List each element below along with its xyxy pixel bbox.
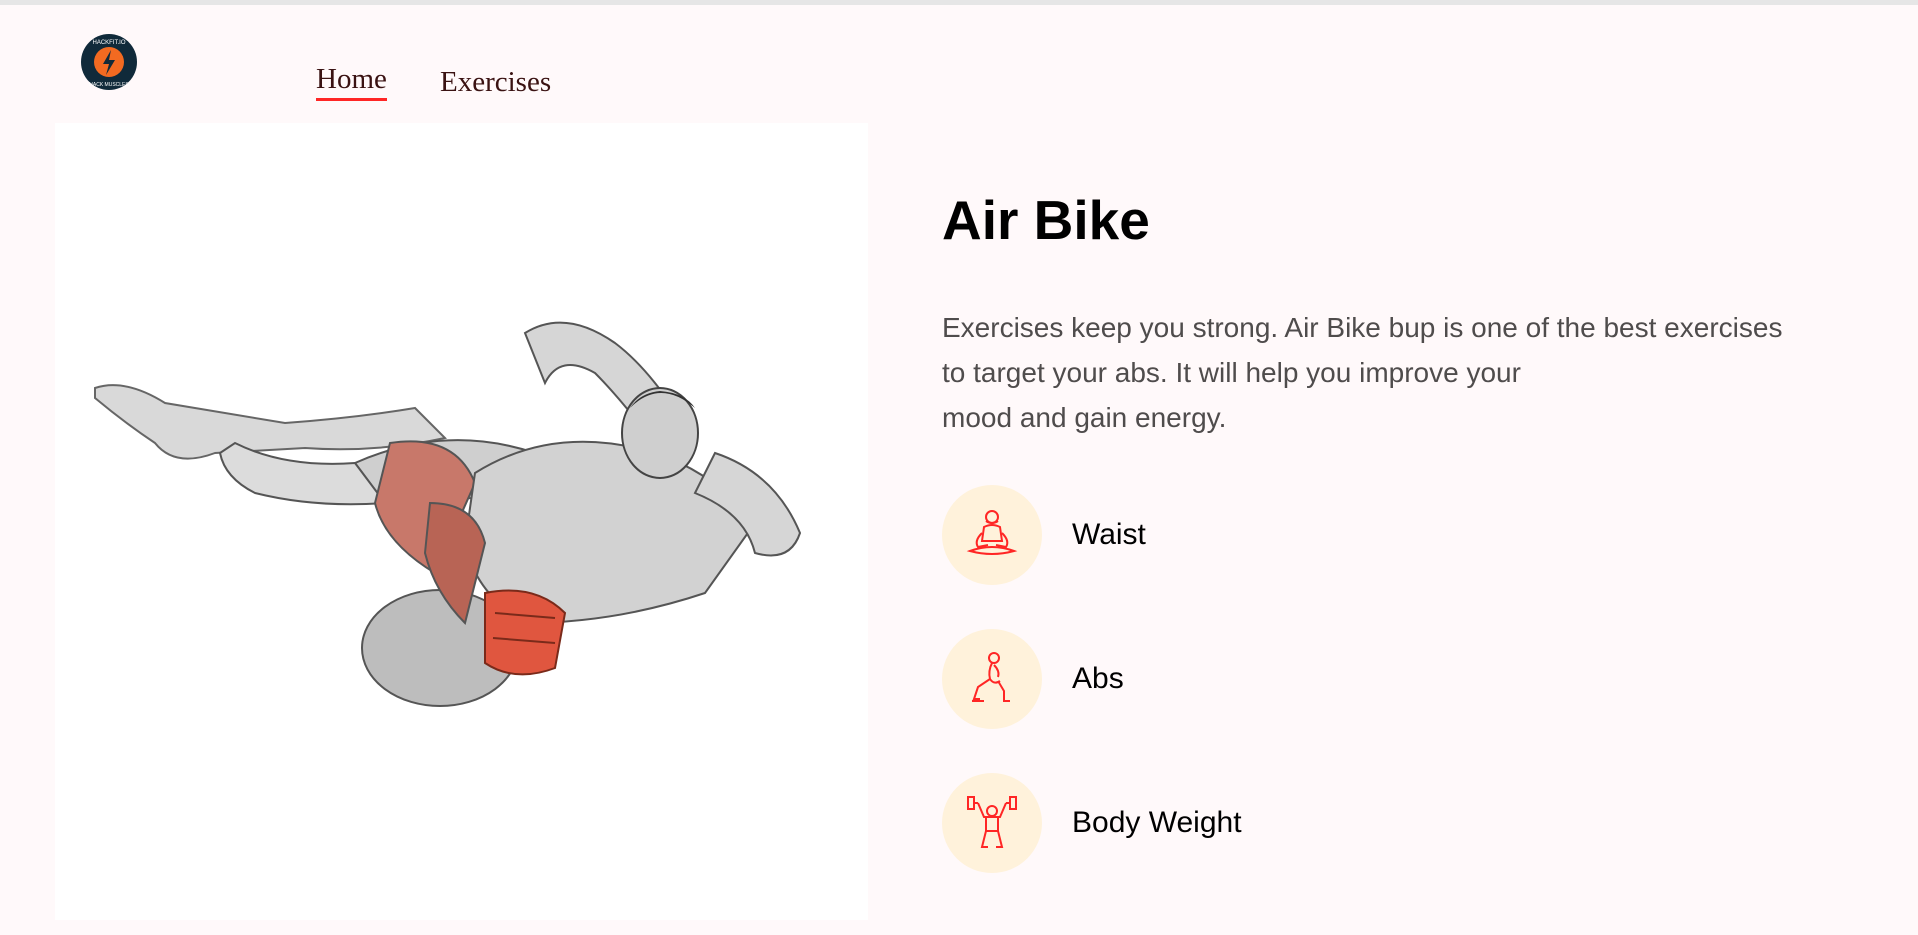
nav-exercises-link[interactable]: Exercises: [440, 66, 551, 99]
nav-home-link[interactable]: Home: [316, 63, 387, 101]
description-line: to target your abs. It will help you imp…: [942, 357, 1521, 388]
logo-top-text: HACKFIT.IO: [92, 40, 125, 46]
tag-icon-circle: [942, 629, 1042, 729]
description-line: Exercises keep you strong. Air Bike bup …: [942, 312, 1783, 343]
exercise-title: Air Bike: [942, 189, 1150, 251]
logo[interactable]: HACKFIT.IO HACK MUSCLES: [80, 33, 138, 91]
logo-bottom-text: HACK MUSCLES: [89, 82, 129, 88]
tag-item-abs: Abs: [942, 629, 1442, 729]
tag-icon-circle: [942, 485, 1042, 585]
tag-icon-circle: [942, 773, 1042, 873]
air-bike-illustration: [94, 321, 802, 707]
meditation-icon: [966, 510, 1018, 555]
tag-item-waist: Waist: [942, 485, 1442, 585]
exercise-description: Exercises keep you strong. Air Bike bup …: [942, 305, 1882, 440]
description-line: mood and gain energy.: [942, 402, 1227, 433]
tag-label: Body Weight: [1072, 806, 1242, 839]
tag-item-body-weight: Body Weight: [942, 773, 1442, 873]
hackfit-logo-icon: HACKFIT.IO HACK MUSCLES: [81, 34, 137, 90]
tag-label: Waist: [1072, 518, 1146, 551]
lunge-icon: [972, 652, 1010, 702]
exercise-image: [55, 123, 868, 920]
tag-label: Abs: [1072, 662, 1124, 695]
dumbbell-lift-icon: [967, 796, 1017, 848]
navbar: HACKFIT.IO HACK MUSCLES Home Exercises: [0, 5, 1918, 120]
exercise-detail: Air Bike Exercises keep you strong. Air …: [942, 185, 1882, 433]
